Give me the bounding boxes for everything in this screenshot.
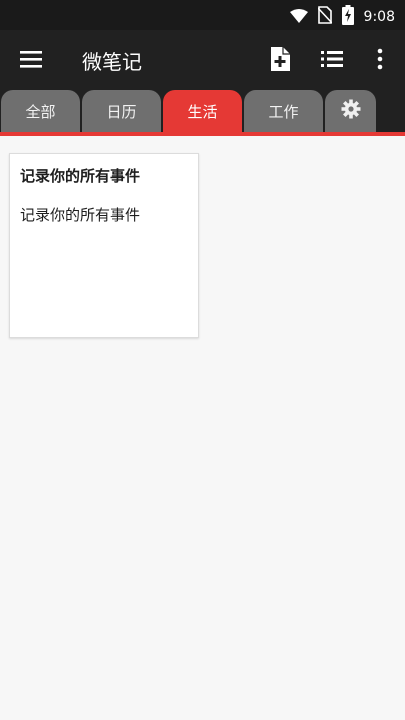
no-sim-icon xyxy=(316,6,333,28)
note-card[interactable]: 记录你的所有事件 记录你的所有事件 xyxy=(9,153,199,338)
notes-area: 记录你的所有事件 记录你的所有事件 xyxy=(0,136,405,720)
status-bar: 9:08 xyxy=(0,0,405,30)
app-toolbar: 微笔记 xyxy=(0,30,405,88)
status-icons: 9:08 xyxy=(289,5,395,29)
new-note-icon[interactable] xyxy=(266,45,294,73)
tab-life[interactable]: 生活 xyxy=(163,90,242,132)
app-screen: 9:08 微笔记 全部 日历 生活 工作 记录你的所有事件 记录你的所有事件 xyxy=(0,0,405,720)
tab-settings[interactable] xyxy=(325,90,376,132)
wifi-icon xyxy=(289,8,308,27)
tab-calendar[interactable]: 日历 xyxy=(82,90,161,132)
more-vert-icon[interactable] xyxy=(366,45,394,73)
gear-icon xyxy=(341,99,361,123)
tab-work[interactable]: 工作 xyxy=(244,90,323,132)
list-view-icon[interactable] xyxy=(318,45,346,73)
note-body: 记录你的所有事件 xyxy=(20,206,141,224)
note-title: 记录你的所有事件 xyxy=(20,167,141,185)
category-tabs: 全部 日历 生活 工作 xyxy=(0,88,405,134)
hamburger-menu-icon[interactable] xyxy=(18,47,44,71)
status-time: 9:08 xyxy=(363,9,395,25)
battery-charging-icon xyxy=(341,5,354,29)
tab-all[interactable]: 全部 xyxy=(1,90,80,132)
app-title: 微笔记 xyxy=(82,50,142,74)
